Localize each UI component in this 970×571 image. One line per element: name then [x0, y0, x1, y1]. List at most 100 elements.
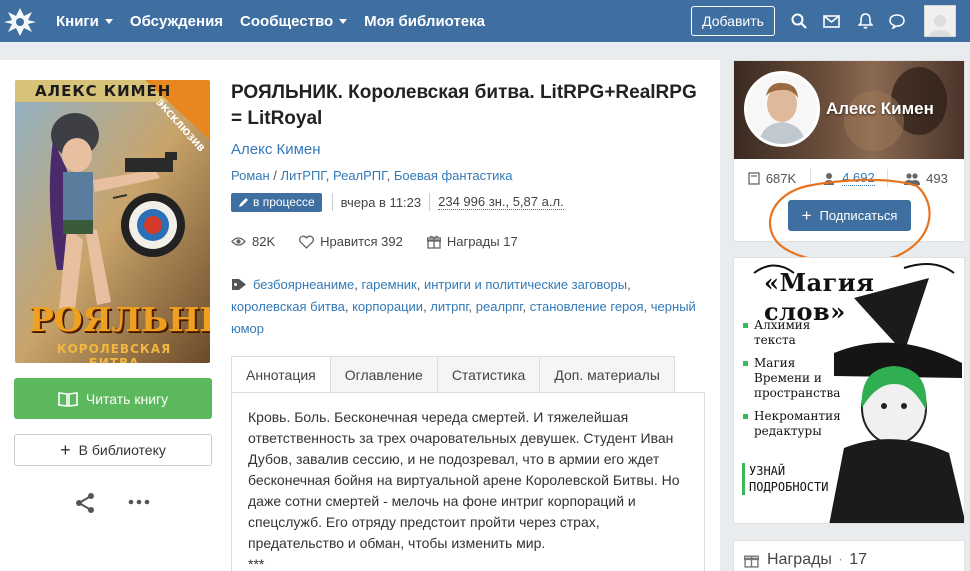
tag-icon — [232, 279, 246, 290]
chevron-down-icon — [339, 18, 348, 24]
author-stats: 687K 4 692 493 — [734, 165, 964, 191]
plus-icon: + — [60, 440, 71, 460]
tag-link[interactable]: корпорации — [352, 299, 423, 314]
cover-title-text: РОЯЛЬНИК — [29, 300, 210, 339]
author-friends-stat: 493 — [888, 171, 964, 186]
nav-my-library-label: Моя библиотека — [364, 12, 485, 30]
annotation-panel: Кровь. Боль. Бесконечная череда смертей.… — [231, 392, 705, 571]
gift-icon — [426, 235, 441, 249]
genre-link[interactable]: ЛитРПГ — [281, 168, 326, 183]
nav-my-library[interactable]: Моя библиотека — [364, 13, 485, 30]
status-badge: в процессе — [231, 192, 322, 212]
followers-icon — [824, 172, 835, 185]
divider — [429, 193, 431, 211]
tag-link[interactable]: безбоярнеаниме — [253, 277, 354, 292]
author-books-stat: 687K — [734, 171, 810, 186]
user-placeholder-icon — [929, 15, 951, 36]
awards-count: 17 — [503, 234, 518, 249]
nav-discussions[interactable]: Обсуждения — [130, 13, 223, 30]
annotation-separator: *** — [248, 556, 265, 571]
tag-link[interactable]: королевская битва — [231, 299, 345, 314]
friends-icon — [904, 172, 921, 185]
nav-discussions-label: Обсуждения — [129, 12, 224, 30]
nav-community-label: Сообщество — [240, 12, 334, 30]
chat-icon[interactable] — [887, 11, 907, 31]
tag-link[interactable]: гаремник — [362, 277, 417, 292]
author-banner: Алекс Кимен — [734, 61, 964, 159]
logo-icon — [4, 8, 36, 36]
nav-books-label: Книги — [56, 12, 99, 30]
status-row: в процессе вчера в 11:23 234 996 зн., 5,… — [231, 192, 564, 212]
read-book-label: Читать книгу — [85, 390, 169, 407]
tag-link[interactable]: реалрпг — [476, 299, 523, 314]
add-button[interactable]: Добавить — [691, 6, 775, 36]
book-stats: 82K Нравится 392 Награды 17 — [231, 234, 542, 249]
divider — [331, 193, 333, 211]
nav-community[interactable]: Сообщество — [240, 12, 348, 30]
author-avatar[interactable] — [744, 71, 820, 147]
book-title: РОЯЛЬНИК. Королевская битва. LitRPG+Real… — [231, 82, 697, 129]
awards-card: Награды · 17 — [733, 540, 965, 571]
views-count: 82K — [252, 234, 276, 249]
author-card: Алекс Кимен 687K 4 692 493 + Подписаться — [733, 60, 965, 242]
ad-feature: Алхимия текста — [742, 318, 852, 348]
add-to-library-button[interactable]: + В библиотеку — [14, 434, 212, 466]
views-stat: 82K — [231, 234, 275, 249]
author-followers-count: 4 692 — [842, 170, 875, 186]
book-tabs: Аннотация Оглавление Статистика Доп. мат… — [231, 356, 675, 393]
tab-annotation[interactable]: Аннотация — [231, 356, 331, 393]
nav-books[interactable]: Книги — [56, 13, 113, 30]
likes-stat[interactable]: Нравится 392 — [299, 234, 403, 249]
updated-time: вчера в 11:23 — [340, 194, 422, 210]
site-logo[interactable] — [0, 0, 40, 42]
author-books-count: 687K — [765, 170, 797, 186]
annotation-text: Кровь. Боль. Бесконечная череда смертей.… — [248, 409, 680, 551]
author-followers-stat[interactable]: 4 692 — [811, 170, 887, 186]
open-book-icon — [58, 391, 78, 407]
search-icon[interactable] — [789, 11, 809, 31]
ad-cta: УЗНАЙ ПОДРОБНОСТИ — [742, 463, 842, 495]
add-to-library-label: В библиотеку — [78, 442, 166, 458]
genre-link[interactable]: Роман — [231, 168, 270, 183]
share-icon[interactable] — [74, 492, 96, 514]
status-label: в процессе — [253, 195, 315, 209]
user-avatar[interactable] — [924, 5, 956, 37]
tab-extra-materials[interactable]: Доп. материалы — [539, 356, 675, 393]
cover-author-text: АЛЕКС КИМЕН — [35, 82, 172, 100]
read-book-button[interactable]: Читать книгу — [14, 378, 212, 419]
tab-statistics[interactable]: Статистика — [436, 356, 541, 393]
book-size[interactable]: 234 996 зн., 5,87 а.л. — [438, 194, 564, 210]
eye-icon — [231, 237, 246, 246]
awards-stat[interactable]: Награды 17 — [426, 234, 518, 249]
tag-link[interactable]: литрпг — [430, 299, 468, 314]
tab-contents[interactable]: Оглавление — [329, 356, 438, 393]
ad-banner[interactable]: «Магия слов» Алхимия текста Магия Времен… — [733, 257, 965, 524]
tag-link[interactable]: интриги и политические заговоры — [424, 277, 627, 292]
book-icon — [748, 171, 760, 185]
top-navbar: Книги Обсуждения Сообщество Моя библиоте… — [0, 0, 970, 42]
genre-list: Роман / ЛитРПГ, РеалРПГ, Боевая фантасти… — [231, 168, 513, 183]
author-friends-count: 493 — [926, 170, 948, 186]
plus-icon: + — [801, 205, 812, 225]
author-link[interactable]: Алекс Кимен — [231, 141, 321, 158]
awards-card-separator: · — [837, 551, 844, 568]
tag-link[interactable]: становление героя — [530, 299, 644, 314]
awards-label: Награды — [446, 234, 500, 249]
gift-icon — [744, 555, 759, 568]
mail-icon[interactable] — [821, 11, 841, 31]
author-card-name[interactable]: Алекс Кимен — [826, 99, 934, 119]
subscribe-label: Подписаться — [819, 208, 898, 223]
awards-card-label: Награды — [767, 551, 832, 568]
tag-list: безбоярнеаниме, гаремник, интриги и поли… — [231, 277, 696, 336]
genre-link[interactable]: Боевая фантастика — [394, 168, 513, 183]
heart-icon — [299, 235, 315, 249]
genre-link[interactable]: РеалРПГ — [333, 168, 387, 183]
cover-subtitle-text: КОРОЛЕВСКАЯ БИТВА — [56, 342, 172, 363]
more-options-icon[interactable] — [128, 494, 150, 512]
ad-feature: Магия Времени и пространства — [742, 356, 852, 401]
subscribe-button[interactable]: + Подписаться — [788, 200, 911, 231]
book-cover[interactable]: АЛЕКС КИМЕН ЭКСКЛЮЗИВ РОЯЛЬНИК КОРОЛЕВСК… — [15, 80, 210, 363]
ad-feature-list: Алхимия текста Магия Времени и пространс… — [742, 318, 852, 447]
bell-icon[interactable] — [855, 11, 875, 31]
awards-card-count: 17 — [849, 551, 868, 568]
